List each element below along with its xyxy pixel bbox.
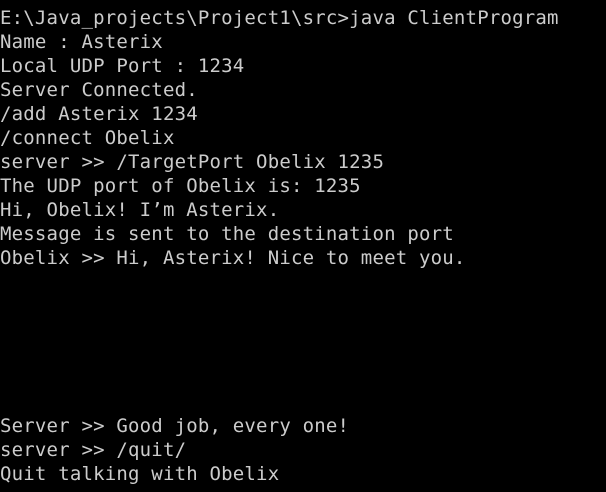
console-line-greeting: Hi, Obelix! I’m Asterix. bbox=[0, 199, 280, 221]
console-line-add-command: /add Asterix 1234 bbox=[0, 103, 198, 125]
console-line-connect-command: /connect Obelix bbox=[0, 127, 175, 149]
console-line-command: E:\Java_projects\Project1\src>java Clien… bbox=[0, 7, 559, 29]
console-line-server-connected: Server Connected. bbox=[0, 79, 198, 101]
console-window[interactable]: E:\Java_projects\Project1\src>java Clien… bbox=[0, 0, 606, 492]
console-line-quit-command: server >> /quit/ bbox=[0, 439, 187, 461]
console-line-local-port: Local UDP Port : 1234 bbox=[0, 55, 245, 77]
console-line-quit-status: Quit talking with Obelix bbox=[0, 463, 280, 485]
console-line-obelix-reply: Obelix >> Hi, Asterix! Nice to meet you. bbox=[0, 247, 466, 269]
console-line-name: Name : Asterix bbox=[0, 31, 163, 53]
console-line-udp-port-info: The UDP port of Obelix is: 1235 bbox=[0, 175, 361, 197]
console-line-server-target-port: server >> /TargetPort Obelix 1235 bbox=[0, 151, 385, 173]
console-line-message-sent: Message is sent to the destination port bbox=[0, 223, 454, 245]
console-line-server-message: Server >> Good job, every one! bbox=[0, 415, 350, 437]
